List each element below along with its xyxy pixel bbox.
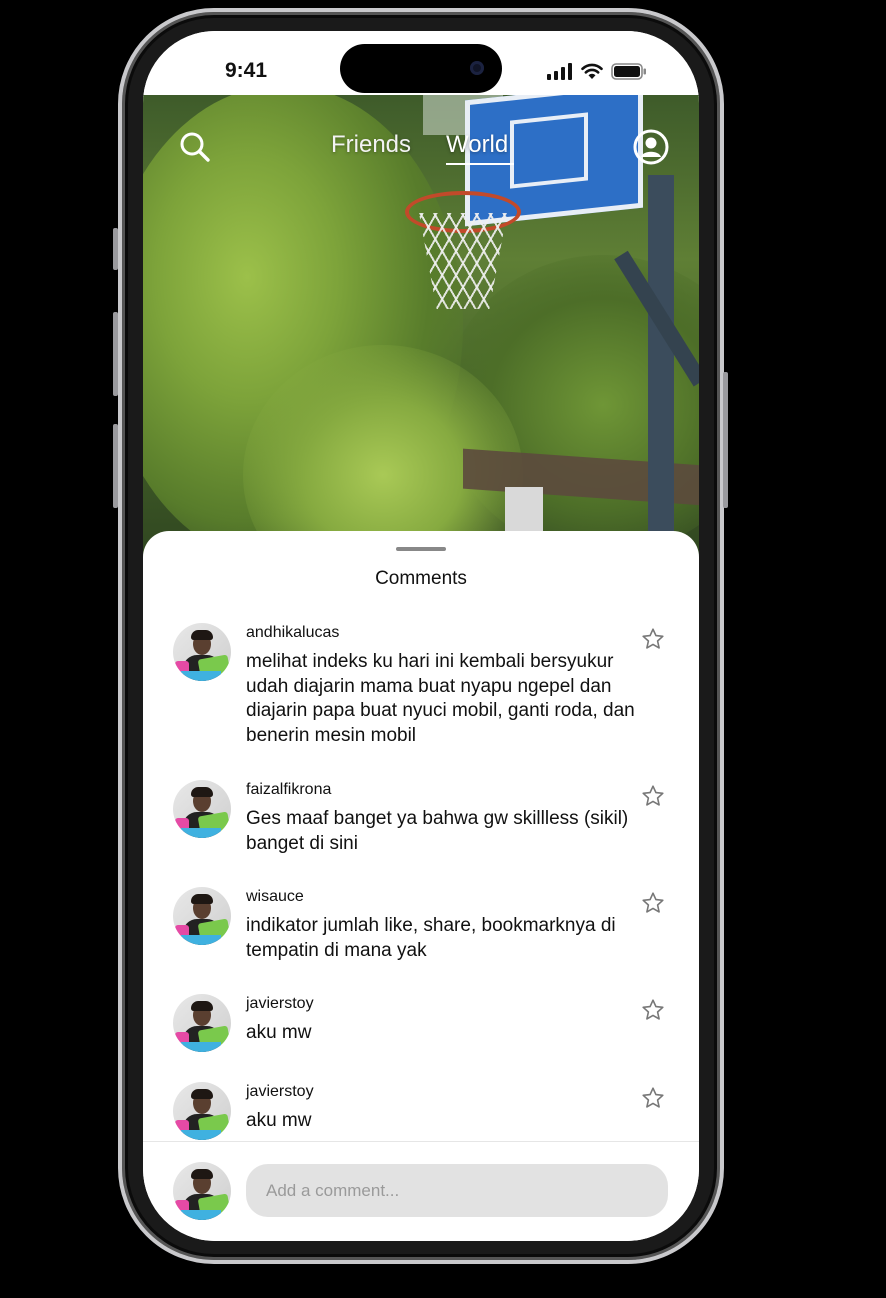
wifi-icon — [581, 63, 603, 79]
dynamic-island — [340, 44, 502, 93]
comments-sheet: Comments andhikalucas melihat indeks ku … — [143, 531, 699, 1241]
star-icon[interactable] — [641, 998, 665, 1022]
status-icons — [547, 61, 647, 81]
star-icon[interactable] — [641, 1086, 665, 1110]
tab-friends[interactable]: Friends — [331, 131, 411, 159]
sheet-title: Comments — [375, 568, 467, 589]
tab-world[interactable]: World — [446, 131, 508, 159]
active-tab-indicator — [446, 163, 514, 165]
volume-up-button — [113, 312, 118, 396]
user-circle-icon[interactable] — [633, 129, 669, 165]
action-button — [113, 228, 118, 270]
avatar[interactable] — [173, 623, 231, 681]
battery-icon — [611, 62, 646, 80]
composer-avatar — [173, 1162, 231, 1220]
volume-down-button — [113, 424, 118, 508]
star-icon[interactable] — [641, 891, 665, 915]
signal-icon — [547, 62, 572, 80]
avatar[interactable] — [173, 1082, 231, 1140]
comment-username[interactable]: faizalfikrona — [246, 781, 331, 799]
comment-text: Ges maaf banget ya bahwa gw skillless (s… — [246, 808, 629, 854]
comment-input[interactable] — [246, 1164, 668, 1217]
status-bar: 9:41 — [143, 31, 699, 97]
search-icon[interactable] — [179, 131, 211, 163]
comment-username[interactable]: javierstoy — [246, 995, 314, 1013]
status-time: 9:41 — [225, 59, 268, 82]
avatar[interactable] — [173, 887, 231, 945]
phone-screen: 9:41 Friends World Comments andhikalucas… — [143, 31, 699, 1241]
composer-divider — [143, 1141, 699, 1142]
sheet-drag-handle[interactable] — [396, 547, 446, 551]
comment-text: aku mw — [246, 1110, 312, 1131]
comment-username[interactable]: javierstoy — [246, 1083, 314, 1101]
comment-text: melihat indeks ku hari ini kembali bersy… — [246, 651, 635, 746]
top-nav: Friends World — [143, 95, 699, 175]
comment-username[interactable]: andhikalucas — [246, 624, 339, 642]
comment-text: aku mw — [246, 1022, 312, 1043]
power-button — [723, 372, 728, 508]
avatar[interactable] — [173, 780, 231, 838]
comment-username[interactable]: wisauce — [246, 888, 304, 906]
comment-text: indikator jumlah like, share, bookmarkny… — [246, 915, 616, 961]
star-icon[interactable] — [641, 784, 665, 808]
avatar[interactable] — [173, 994, 231, 1052]
star-icon[interactable] — [641, 627, 665, 651]
